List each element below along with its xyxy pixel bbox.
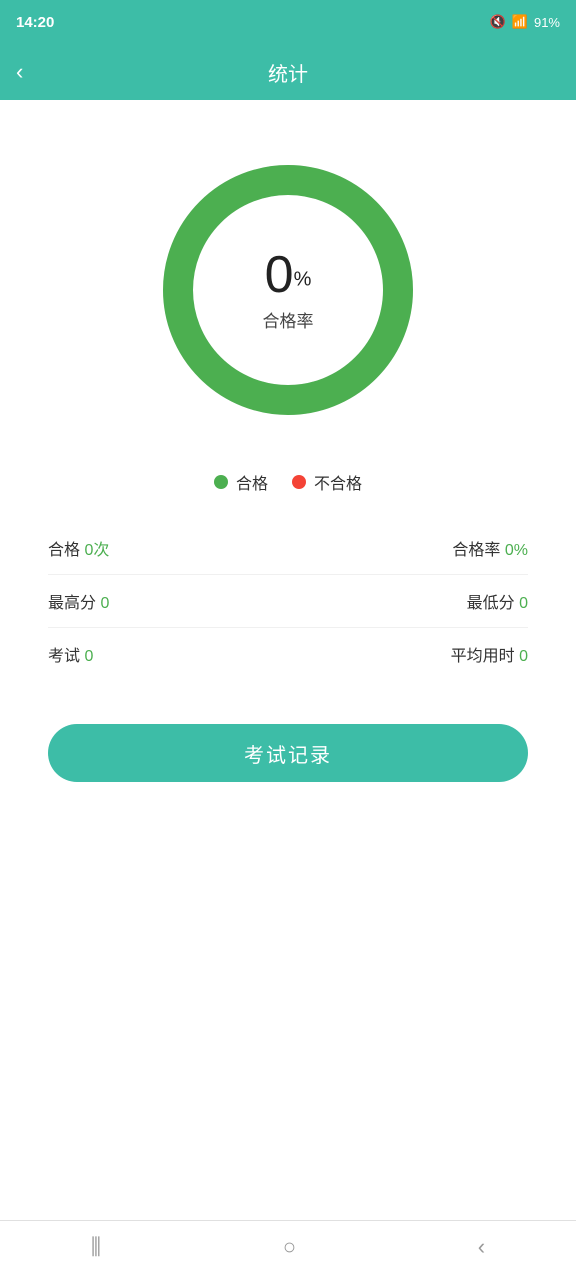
chart-value: 0 <box>265 246 294 304</box>
stats-row-1: 合格 0次 合格率 0% <box>48 522 528 575</box>
donut-chart: 0% 合格率 <box>158 160 418 420</box>
chart-legend: 合格 不合格 <box>214 470 362 494</box>
legend-fail-label: 不合格 <box>314 470 362 494</box>
stat-pass-rate-value: 0% <box>505 542 528 559</box>
nav-menu-icon[interactable]: ⫼ <box>91 1234 101 1260</box>
stats-grid: 合格 0次 合格率 0% 最高分 0 最低分 0 考试 0 平均用时 0 <box>48 522 528 680</box>
stat-min-score: 最低分 0 <box>467 589 528 613</box>
stat-pass-count: 合格 0次 <box>48 536 109 560</box>
legend-dot-pass <box>214 475 228 489</box>
wifi-icon: 📶 <box>512 14 528 30</box>
stat-avg-time-value: 0 <box>519 648 528 665</box>
legend-pass-label: 合格 <box>236 470 268 494</box>
chart-percent-symbol: % <box>294 268 312 290</box>
stats-row-2: 最高分 0 最低分 0 <box>48 575 528 628</box>
stat-max-score: 最高分 0 <box>48 589 109 613</box>
mute-icon: 🔇 <box>490 14 506 30</box>
header: ‹ 统计 <box>0 44 576 100</box>
stat-pass-count-value: 0次 <box>84 542 109 559</box>
chart-center: 0% 合格率 <box>263 249 314 332</box>
chart-label: 合格率 <box>263 307 314 332</box>
status-icons: 🔇 📶 91% <box>490 14 560 30</box>
legend-pass: 合格 <box>214 470 268 494</box>
stat-max-score-value: 0 <box>100 595 109 612</box>
stat-min-score-value: 0 <box>519 595 528 612</box>
bottom-nav: ⫼ ○ ‹ <box>0 1220 576 1280</box>
stats-row-3: 考试 0 平均用时 0 <box>48 628 528 680</box>
chart-value-container: 0% <box>263 249 314 301</box>
status-time: 14:20 <box>16 14 54 31</box>
main-content: 0% 合格率 合格 不合格 合格 0次 合格率 0% 最高分 0 <box>0 100 576 1220</box>
page-title: 统计 <box>268 58 308 87</box>
nav-back-icon[interactable]: ‹ <box>478 1234 485 1260</box>
stat-exam-count-value: 0 <box>84 648 93 665</box>
battery-label: 91% <box>534 15 560 30</box>
stat-pass-rate: 合格率 0% <box>452 536 528 560</box>
back-button[interactable]: ‹ <box>16 59 23 85</box>
legend-dot-fail <box>292 475 306 489</box>
stat-avg-time: 平均用时 0 <box>451 642 528 666</box>
status-bar: 14:20 🔇 📶 91% <box>0 0 576 44</box>
stat-exam-count: 考试 0 <box>48 642 93 666</box>
nav-home-icon[interactable]: ○ <box>283 1234 296 1260</box>
exam-record-button[interactable]: 考试记录 <box>48 724 528 782</box>
legend-fail: 不合格 <box>292 470 362 494</box>
